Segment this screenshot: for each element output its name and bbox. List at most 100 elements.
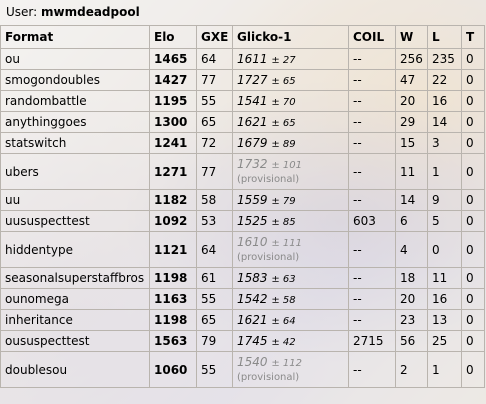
glicko-deviation: ± 85 — [271, 217, 296, 228]
glicko-rating: 1542 — [237, 292, 268, 306]
losses-cell: 9 — [427, 189, 462, 211]
elo-cell: 1121 — [149, 231, 197, 268]
glicko-rating: 1727 — [237, 73, 268, 87]
elo-cell: 1198 — [149, 267, 197, 289]
glicko-rating: 1583 — [237, 271, 268, 285]
ties-cell: 0 — [461, 111, 485, 133]
ties-cell: 0 — [461, 267, 485, 289]
format-cell: uu — [0, 189, 150, 211]
glicko-rating: 1732 — [237, 156, 268, 171]
glicko-cell: 1542 ± 58 — [232, 288, 349, 310]
glicko-cell: 1525 ± 85 — [232, 210, 349, 232]
wins-cell: 14 — [395, 189, 428, 211]
wins-cell: 4 — [395, 231, 428, 268]
gxe-cell: 65 — [196, 111, 233, 133]
wins-cell: 18 — [395, 267, 428, 289]
glicko-rating: 1540 — [237, 354, 268, 369]
glicko-cell: 1559 ± 79 — [232, 189, 349, 211]
elo-cell: 1182 — [149, 189, 197, 211]
glicko-cell: 1732 ± 101 (provisional) — [232, 153, 349, 190]
coil-cell: -- — [348, 267, 396, 289]
table-row: smogondoubles 1427 77 1727 ± 65 -- 47 22 0 — [0, 69, 485, 91]
losses-cell: 22 — [427, 69, 462, 91]
table-row: oususpecttest 1563 79 1745 ± 42 2715 56 25 0 — [0, 330, 485, 352]
gxe-cell: 58 — [196, 189, 233, 211]
format-cell: anythinggoes — [0, 111, 150, 133]
glicko-rating: 1610 — [237, 234, 268, 249]
gxe-cell: 61 — [196, 267, 233, 289]
coil-cell: 2715 — [348, 330, 396, 352]
elo-cell: 1300 — [149, 111, 197, 133]
ties-cell: 0 — [461, 189, 485, 211]
coil-cell: -- — [348, 351, 396, 388]
losses-cell: 14 — [427, 111, 462, 133]
gxe-cell: 55 — [196, 351, 233, 388]
ties-cell: 0 — [461, 330, 485, 352]
glicko-deviation: ± 65 — [271, 76, 296, 87]
glicko-deviation: ± 89 — [271, 139, 296, 150]
coil-cell: -- — [348, 132, 396, 154]
user-label: User: — [6, 5, 38, 19]
table-row: ounomega 1163 55 1542 ± 58 -- 20 16 0 — [0, 288, 485, 310]
table-row: doublesou 1060 55 1540 ± 112 (provisional) --… — [0, 351, 485, 388]
wins-cell: 29 — [395, 111, 428, 133]
table-row: seasonalsuperstaffbros 1198 61 1583 ± 63 -- 1… — [0, 267, 485, 289]
ties-cell: 0 — [461, 90, 485, 112]
elo-cell: 1198 — [149, 309, 197, 331]
gxe-cell: 55 — [196, 288, 233, 310]
gxe-cell: 53 — [196, 210, 233, 232]
header-glicko: Glicko-1 — [232, 25, 349, 49]
losses-cell: 1 — [427, 351, 462, 388]
table-row: ou 1465 64 1611 ± 27 -- 256 235 0 — [0, 48, 485, 70]
glicko-rating: 1559 — [237, 193, 268, 207]
format-cell: ubers — [0, 153, 150, 190]
glicko-deviation: ± 70 — [271, 97, 296, 108]
ties-cell: 0 — [461, 351, 485, 388]
ties-cell: 0 — [461, 231, 485, 268]
elo-cell: 1241 — [149, 132, 197, 154]
losses-cell: 16 — [427, 90, 462, 112]
glicko-cell: 1610 ± 111 (provisional) — [232, 231, 349, 268]
table-row: statswitch 1241 72 1679 ± 89 -- 15 3 0 — [0, 132, 485, 154]
table-row: anythinggoes 1300 65 1621 ± 65 -- 29 14 0 — [0, 111, 485, 133]
losses-cell: 5 — [427, 210, 462, 232]
glicko-rating: 1611 — [237, 52, 268, 66]
wins-cell: 47 — [395, 69, 428, 91]
ties-cell: 0 — [461, 132, 485, 154]
coil-cell: -- — [348, 309, 396, 331]
table-row: inheritance 1198 65 1621 ± 64 -- 23 13 0 — [0, 309, 485, 331]
losses-cell: 1 — [427, 153, 462, 190]
gxe-cell: 72 — [196, 132, 233, 154]
gxe-cell: 64 — [196, 231, 233, 268]
table-row: uu 1182 58 1559 ± 79 -- 14 9 0 — [0, 189, 485, 211]
coil-cell: -- — [348, 90, 396, 112]
format-cell: uususpecttest — [0, 210, 150, 232]
provisional-note: (provisional) — [237, 371, 300, 383]
elo-cell: 1195 — [149, 90, 197, 112]
provisional-note: (provisional) — [237, 173, 300, 185]
ties-cell: 0 — [461, 288, 485, 310]
ladder-panel: User: mwmdeadpool Format Elo GXE Glicko-… — [0, 0, 486, 404]
format-cell: seasonalsuperstaffbros — [0, 267, 150, 289]
glicko-deviation: ± 27 — [271, 55, 296, 66]
coil-cell: -- — [348, 231, 396, 268]
losses-cell: 0 — [427, 231, 462, 268]
coil-cell: -- — [348, 48, 396, 70]
ties-cell: 0 — [461, 210, 485, 232]
gxe-cell: 65 — [196, 309, 233, 331]
coil-cell: -- — [348, 288, 396, 310]
ties-cell: 0 — [461, 309, 485, 331]
gxe-cell: 64 — [196, 48, 233, 70]
glicko-deviation: ± 111 — [271, 237, 303, 249]
gxe-cell: 79 — [196, 330, 233, 352]
glicko-cell: 1727 ± 65 — [232, 69, 349, 91]
coil-cell: -- — [348, 153, 396, 190]
gxe-cell: 77 — [196, 69, 233, 91]
glicko-rating: 1679 — [237, 136, 268, 150]
glicko-cell: 1679 ± 89 — [232, 132, 349, 154]
table-row: uususpecttest 1092 53 1525 ± 85 603 6 5 0 — [0, 210, 485, 232]
elo-cell: 1271 — [149, 153, 197, 190]
header-ties: T — [461, 25, 485, 49]
losses-cell: 13 — [427, 309, 462, 331]
glicko-cell: 1583 ± 63 — [232, 267, 349, 289]
